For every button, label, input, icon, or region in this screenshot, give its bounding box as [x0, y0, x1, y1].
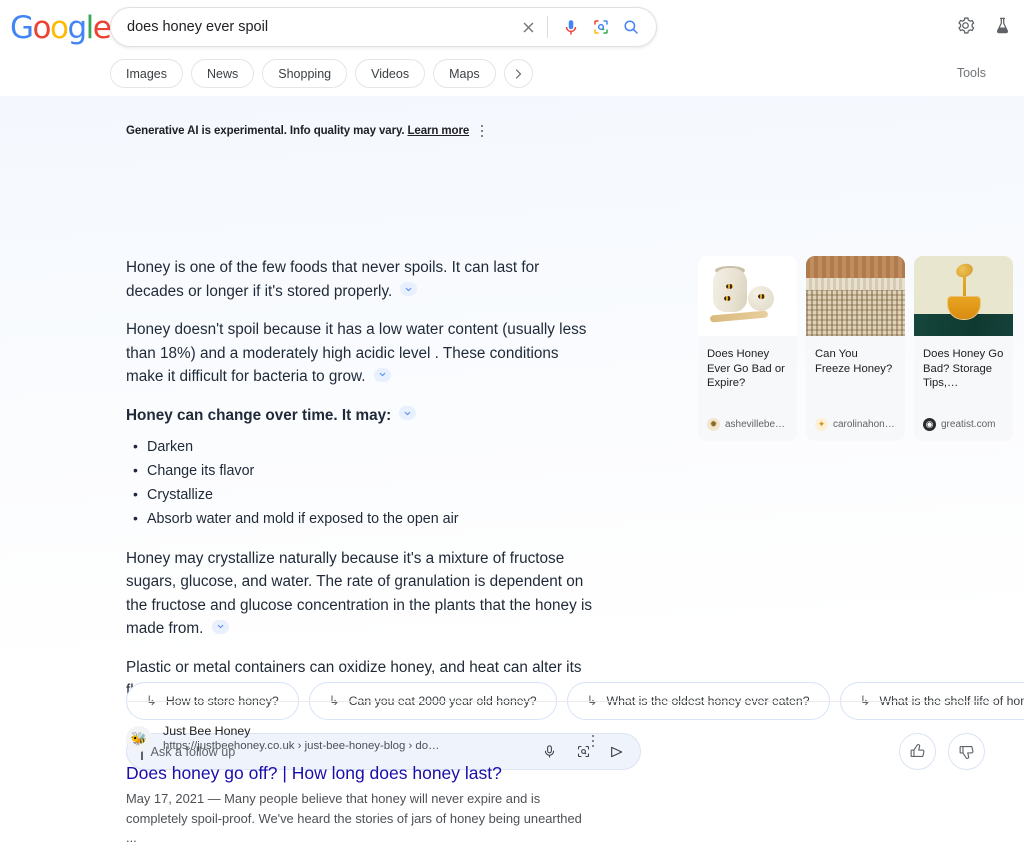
tab-videos[interactable]: Videos: [355, 59, 426, 88]
feedback-buttons: [899, 733, 985, 770]
ai-overview-menu-icon[interactable]: [472, 121, 492, 141]
source-card[interactable]: Can You Freeze Honey? ✦ carolinahon…: [806, 256, 905, 441]
result-menu-icon[interactable]: [583, 731, 603, 751]
result-header: 🐝 Just Bee Honey https://justbeehoney.co…: [126, 723, 746, 754]
source-card-attribution: ✹ ashevillebe…: [707, 418, 791, 431]
citation-chevron-icon[interactable]: [373, 367, 391, 382]
ai-paragraph: Honey may crystallize naturally because …: [126, 547, 596, 641]
search-divider: [547, 16, 548, 38]
honeycomb-texture-image: [806, 256, 905, 336]
ai-source-cards: Does Honey Ever Go Bad or Expire? ✹ ashe…: [698, 256, 1013, 441]
source-card-attribution: ◉ greatist.com: [923, 418, 1007, 431]
ai-paragraph-heading: Honey can change over time. It may:: [126, 404, 596, 428]
google-logo[interactable]: Google: [10, 10, 112, 46]
ai-paragraph-text: Honey is one of the few foods that never…: [126, 259, 540, 300]
search-result: 🐝 Just Bee Honey https://justbeehoney.co…: [126, 723, 746, 848]
logo-letter: o: [50, 10, 69, 46]
logo-letter: g: [67, 10, 87, 46]
honey-jar-with-dipper-image: [914, 256, 1013, 336]
result-site-name: Just Bee Honey: [163, 724, 251, 738]
tab-maps[interactable]: Maps: [433, 59, 496, 88]
learn-more-link[interactable]: Learn more: [407, 125, 469, 137]
thumbs-down-icon[interactable]: [948, 733, 985, 770]
ai-disclaimer: Generative AI is experimental. Info qual…: [126, 125, 469, 137]
source-card-title: Can You Freeze Honey?: [815, 348, 893, 375]
microphone-icon[interactable]: [556, 18, 586, 36]
source-card-site: carolinahon…: [833, 419, 895, 430]
logo-letter: o: [32, 10, 52, 46]
chevron-right-icon[interactable]: [503, 59, 533, 88]
site-favicon: ✦: [815, 418, 828, 431]
google-lens-icon[interactable]: [586, 18, 616, 36]
bee-favicon: 🐝: [126, 725, 152, 752]
search-tabs: Images News Shopping Videos Maps: [110, 59, 541, 88]
source-card-title: Does Honey Ever Go Bad or Expire?: [707, 348, 785, 389]
source-card-title: Does Honey Go Bad? Storage Tips,…: [923, 348, 1004, 389]
search-labs-flask-icon[interactable]: [993, 16, 1012, 40]
result-url: https://justbeehoney.co.uk › just-bee-ho…: [163, 740, 440, 752]
site-favicon: ◉: [923, 418, 936, 431]
header-icons: [956, 16, 1012, 40]
close-icon[interactable]: [513, 19, 543, 36]
tools-button[interactable]: Tools: [957, 66, 986, 80]
ai-paragraph-text: Honey can change over time. It may:: [126, 406, 392, 424]
source-card[interactable]: Does Honey Go Bad? Storage Tips,… ◉ grea…: [914, 256, 1013, 441]
logo-letter: l: [85, 10, 95, 46]
list-item: Darken: [126, 435, 596, 460]
source-card-site: greatist.com: [941, 419, 996, 430]
ai-paragraph: Honey doesn't spoil because it has a low…: [126, 318, 596, 389]
section-divider: [126, 701, 996, 702]
ai-paragraph-text: Honey doesn't spoil because it has a low…: [126, 321, 587, 385]
ai-paragraph: Honey is one of the few foods that never…: [126, 256, 596, 303]
search-icon[interactable]: [616, 18, 646, 36]
site-favicon: ✹: [707, 418, 720, 431]
ai-answer-body: Honey is one of the few foods that never…: [126, 256, 596, 718]
ai-paragraph-text: Honey may crystallize naturally because …: [126, 549, 593, 638]
citation-chevron-icon[interactable]: [399, 406, 417, 420]
list-item: Change its flavor: [126, 459, 596, 484]
ai-bullet-list: Darken Change its flavor Crystallize Abs…: [126, 435, 596, 532]
tab-news[interactable]: News: [191, 59, 255, 88]
source-card-site: ashevillebe…: [725, 419, 786, 430]
tab-images[interactable]: Images: [110, 59, 183, 88]
result-snippet: May 17, 2021 — Many people believe that …: [126, 791, 582, 845]
list-item: Crystallize: [126, 483, 596, 508]
result-title-link[interactable]: Does honey go off? | How long does honey…: [126, 761, 746, 785]
ai-overview-panel: Generative AI is experimental. Info qual…: [0, 96, 1024, 770]
settings-gear-icon[interactable]: [956, 16, 975, 40]
tab-shopping[interactable]: Shopping: [262, 59, 348, 88]
search-input[interactable]: does honey ever spoil: [111, 19, 513, 35]
logo-letter: G: [10, 10, 34, 46]
search-header: Google does honey ever spoil Images News…: [0, 0, 1024, 96]
citation-chevron-icon[interactable]: [400, 282, 418, 296]
ai-disclaimer-text: Generative AI is experimental. Info qual…: [126, 125, 405, 137]
thumbs-up-icon[interactable]: [899, 733, 936, 770]
logo-letter: e: [92, 10, 112, 46]
citation-chevron-icon[interactable]: [211, 619, 229, 634]
search-bar[interactable]: does honey ever spoil: [110, 7, 657, 47]
source-card-attribution: ✦ carolinahon…: [815, 418, 899, 431]
source-card[interactable]: Does Honey Ever Go Bad or Expire? ✹ ashe…: [698, 256, 797, 441]
list-item: Absorb water and mold if exposed to the …: [126, 507, 596, 532]
honey-pot-with-bees-image: [698, 256, 797, 336]
